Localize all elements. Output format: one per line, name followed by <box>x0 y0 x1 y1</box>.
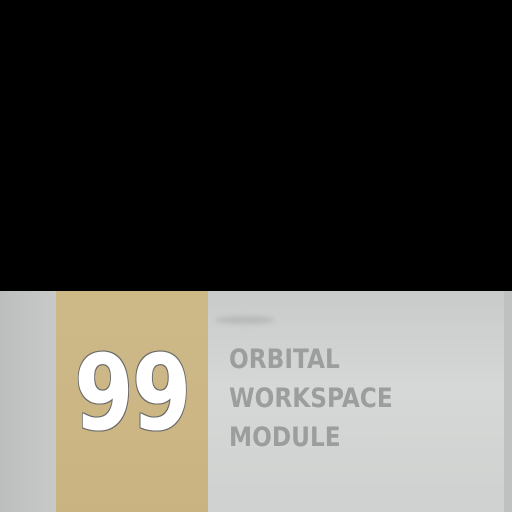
scene: 99 ORBITAL WORKSPACE MODULE <box>0 0 512 512</box>
label-line-1: ORBITAL <box>229 344 340 375</box>
label-line-3: MODULE <box>229 422 341 453</box>
panel-right-edge <box>504 291 512 512</box>
panel-left-edge <box>0 291 56 512</box>
module-number: 99 <box>74 332 191 454</box>
label-line-2: WORKSPACE <box>229 383 393 414</box>
module-label: ORBITAL WORKSPACE MODULE <box>229 340 461 457</box>
panel-smudge <box>215 316 275 324</box>
dark-background <box>0 0 512 291</box>
